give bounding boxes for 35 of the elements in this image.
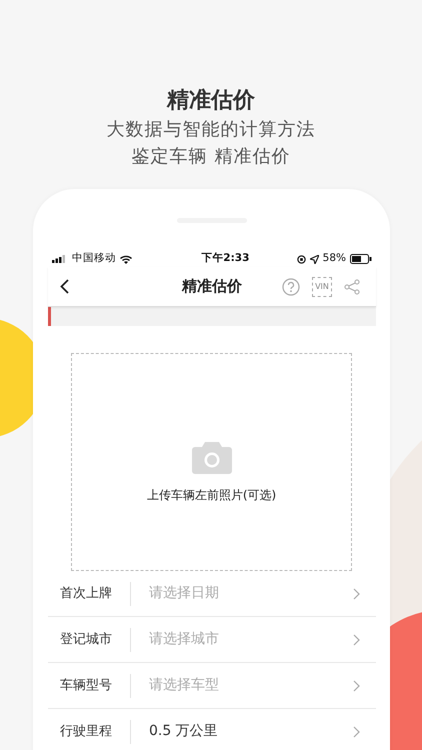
field-placeholder: 请选择车型 xyxy=(149,676,220,695)
subtitle-line: 鉴定车辆 精准估价 xyxy=(130,145,292,169)
help-icon[interactable] xyxy=(282,278,300,296)
form-row[interactable]: 首次上牌 请选择日期 xyxy=(48,571,376,617)
field-placeholder: 请选择日期 xyxy=(149,584,220,603)
back-icon[interactable] xyxy=(60,279,69,294)
form-row[interactable]: 登记城市 请选择城市 xyxy=(48,617,376,663)
location-icon xyxy=(310,254,319,264)
photo-upload-area[interactable]: 上传车辆左前照片(可选) xyxy=(71,353,352,571)
chevron-icon xyxy=(353,634,360,646)
carrier-name: 中国移动 xyxy=(72,251,116,266)
battery-icon xyxy=(350,254,372,264)
field-label: 行驶里程 xyxy=(59,722,113,741)
form-row[interactable]: 车辆型号 请选择车型 xyxy=(48,663,376,709)
vin-scan-button[interactable]: VIN xyxy=(312,277,332,297)
signal-icon xyxy=(52,255,68,263)
field-label: 首次上牌 xyxy=(59,584,113,603)
field-placeholder: 请选择城市 xyxy=(149,630,220,649)
rotation-lock-icon xyxy=(296,254,306,264)
page-title: 精准估价 xyxy=(182,276,242,298)
field-value: 0.5 万公里 xyxy=(149,722,219,741)
wifi-icon xyxy=(120,254,132,264)
field-label: 登记城市 xyxy=(59,630,113,649)
subtitle-line: 大数据与智能的计算方法 xyxy=(106,118,316,142)
battery-percent: 58% xyxy=(322,251,346,266)
camera-icon xyxy=(192,440,232,474)
chevron-icon xyxy=(353,726,360,738)
form-row[interactable]: 行驶里程 0.5 万公里 xyxy=(48,709,376,750)
headline: 精准估价 xyxy=(166,87,256,115)
upload-label: 上传车辆左前照片(可选) xyxy=(146,487,276,504)
share-icon[interactable] xyxy=(344,279,360,295)
chevron-icon xyxy=(353,680,360,692)
status-time: 下午2:33 xyxy=(201,251,250,266)
chevron-icon xyxy=(353,588,360,600)
field-label: 车辆型号 xyxy=(59,676,113,695)
